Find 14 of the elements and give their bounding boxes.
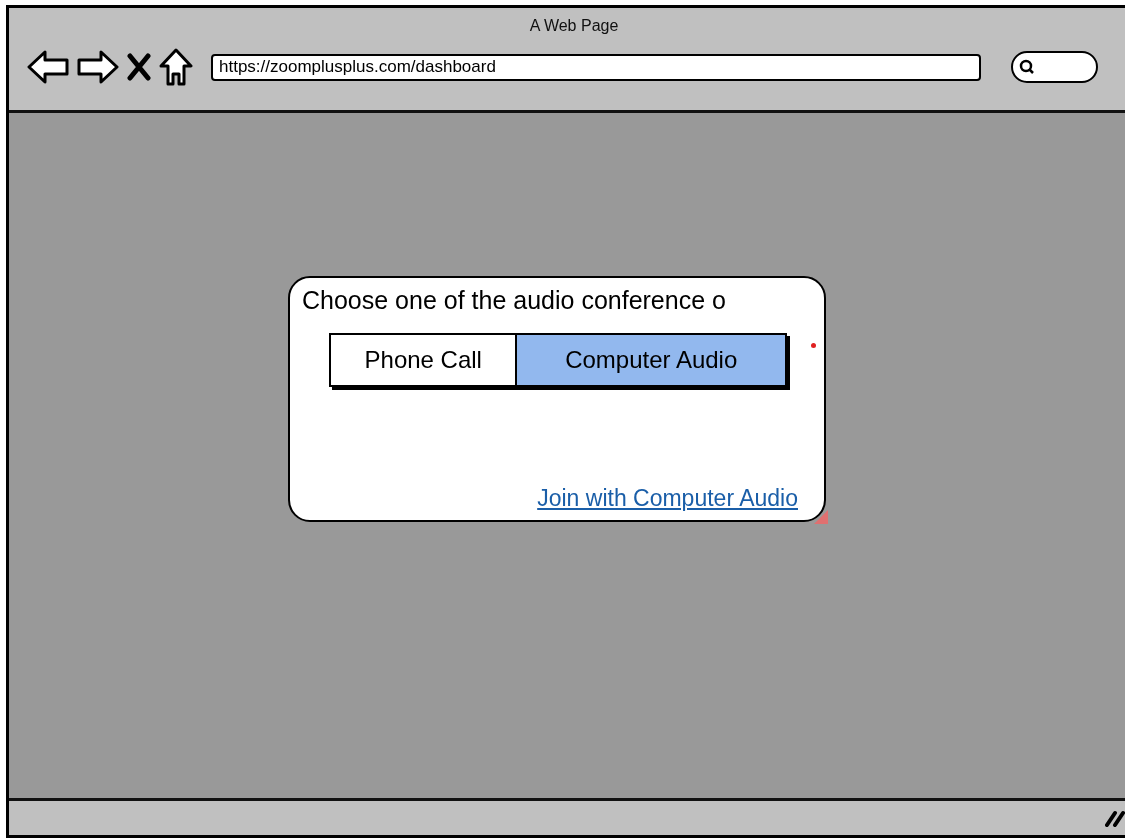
dialog-title: Choose one of the audio conference o (302, 286, 726, 315)
close-icon[interactable] (127, 53, 151, 81)
resize-corner-icon (814, 510, 828, 524)
address-field[interactable]: https://zoomplusplus.com/dashboard (211, 53, 981, 81)
home-icon[interactable] (159, 48, 193, 86)
search-icon (1019, 59, 1035, 75)
resize-grip-icon[interactable] (1105, 809, 1125, 827)
back-arrow-icon[interactable] (27, 49, 69, 85)
marker-dot-icon (811, 343, 816, 348)
segment-option[interactable]: Computer Audio (515, 335, 785, 385)
window-title: A Web Page (529, 17, 619, 36)
search-field[interactable] (1011, 51, 1098, 83)
join-link[interactable]: Join with Computer Audio (537, 485, 798, 512)
forward-arrow-icon[interactable] (77, 49, 119, 85)
